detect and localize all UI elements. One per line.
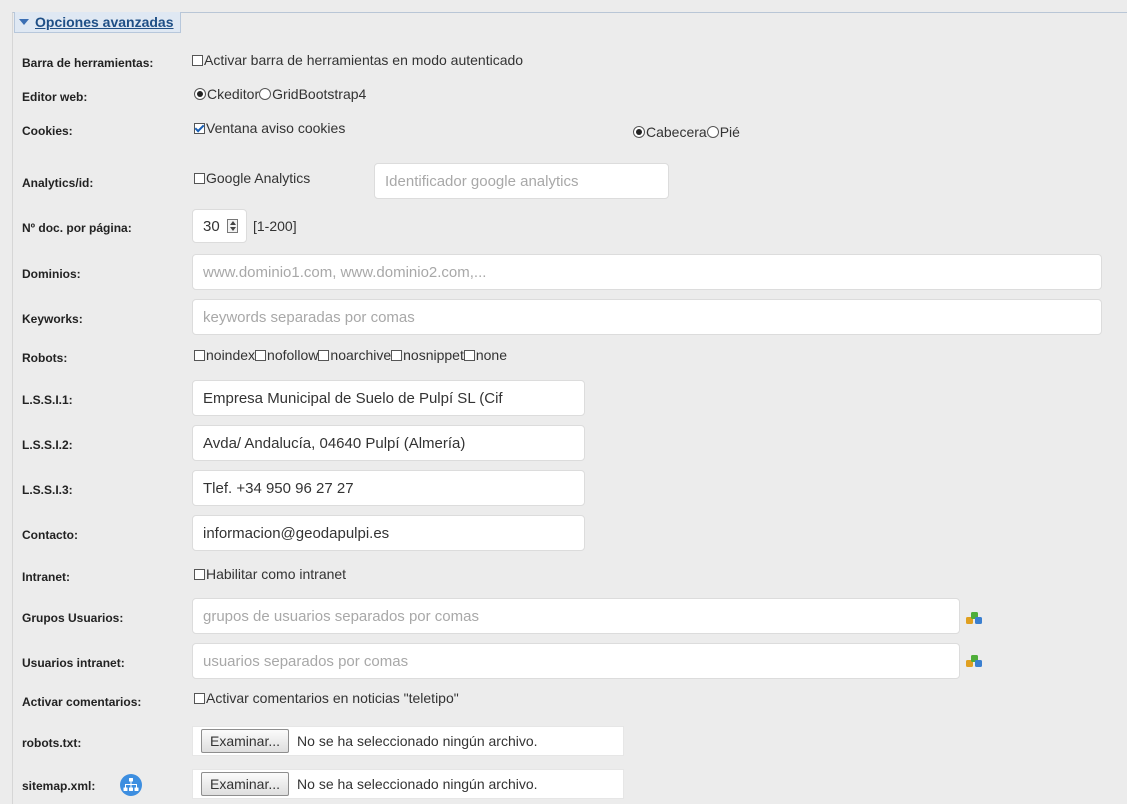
comentarios-label: Activar comentarios:: [22, 695, 142, 709]
lssi2-input[interactable]: Avda/ Andalucía, 04640 Pulpí (Almería): [192, 425, 585, 461]
robots-checkbox-noarchive[interactable]: [318, 349, 330, 361]
lssi2-label: L.S.S.I.2:: [22, 438, 73, 452]
section-toggle[interactable]: Opciones avanzadas: [14, 12, 181, 33]
toolbar-label: Barra de herramientas:: [22, 56, 154, 70]
contacto-label: Contacto:: [22, 528, 78, 542]
sitemap-status: No se ha seleccionado ningún archivo.: [297, 776, 538, 792]
intranet-label: Intranet:: [22, 570, 70, 584]
cookies-position-options: Cabecera Pié: [633, 124, 740, 140]
robots-checkbox-noindex[interactable]: [194, 349, 205, 361]
editor-radio-ckeditor[interactable]: [194, 88, 206, 100]
keywords-label: Keyworks:: [22, 312, 83, 326]
toolbar-option[interactable]: Activar barra de herramientas en modo au…: [192, 52, 523, 68]
intranet-checkbox[interactable]: [194, 568, 205, 580]
robots-option-noindex: noindex: [206, 347, 256, 363]
editor-radio-gridbootstrap4[interactable]: [259, 88, 272, 100]
robots-option-noarchive: noarchive: [330, 347, 392, 363]
lssi3-label: L.S.S.I.3:: [22, 483, 73, 497]
dominios-input[interactable]: www.dominio1.com, www.dominio2.com,...: [192, 254, 1102, 290]
toolbar-checkbox[interactable]: [192, 54, 203, 66]
grupos-input[interactable]: grupos de usuarios separados por comas: [192, 598, 960, 634]
pagination-value: 30: [203, 217, 220, 235]
sitemap-icon[interactable]: [120, 774, 142, 796]
cookies-option-label: Ventana aviso cookies: [206, 120, 346, 136]
lssi1-input[interactable]: Empresa Municipal de Suelo de Pulpí SL (…: [192, 380, 585, 416]
cookies-option-pie: Pié: [719, 124, 740, 140]
comentarios-checkbox[interactable]: [194, 692, 205, 704]
robots-checkbox-nosnippet[interactable]: [391, 349, 403, 361]
analytics-checkbox[interactable]: [194, 172, 205, 184]
usuarios-label: Usuarios intranet:: [22, 656, 125, 670]
intranet-option[interactable]: Habilitar como intranet: [194, 566, 346, 582]
cookies-option[interactable]: Ventana aviso cookies: [194, 120, 345, 136]
robots-option-nosnippet: nosnippet: [403, 347, 464, 363]
lssi1-label: L.S.S.I.1:: [22, 393, 73, 407]
spinner-arrows-icon[interactable]: [227, 219, 238, 233]
intranet-option-label: Habilitar como intranet: [206, 566, 347, 582]
pagination-label: Nº doc. por página:: [22, 221, 132, 235]
keywords-input[interactable]: keywords separadas por comas: [192, 299, 1102, 335]
grupos-label: Grupos Usuarios:: [22, 611, 124, 625]
editor-label: Editor web:: [22, 90, 88, 104]
comentarios-option[interactable]: Activar comentarios en noticias "teletip…: [194, 690, 459, 706]
editor-option-gridbootstrap4: GridBootstrap4: [272, 86, 367, 102]
robots-option-nofollow: nofollow: [267, 347, 319, 363]
robots-txt-file-input: Examinar... No se ha seleccionado ningún…: [192, 726, 624, 756]
robots-checkbox-nofollow[interactable]: [255, 349, 267, 361]
users-group-icon[interactable]: [965, 610, 983, 626]
pagination-input[interactable]: 30: [192, 209, 247, 243]
robots-option-none: none: [475, 347, 507, 363]
sitemap-browse-button[interactable]: Examinar...: [201, 772, 290, 796]
section-title: Opciones avanzadas: [35, 14, 174, 30]
pagination-stepper: 30 [1-200]: [192, 209, 297, 243]
robots-txt-status: No se ha seleccionado ningún archivo.: [297, 733, 538, 749]
robots-label: Robots:: [22, 351, 68, 365]
cookies-checkbox[interactable]: [194, 122, 205, 134]
triangle-down-icon: [19, 19, 29, 25]
editor-options: Ckeditor GridBootstrap4: [194, 86, 366, 102]
analytics-label: Analytics/id:: [22, 176, 94, 190]
editor-option-ckeditor: Ckeditor: [207, 86, 260, 102]
users-group-icon-2[interactable]: [965, 653, 983, 669]
robots-txt-browse-button[interactable]: Examinar...: [201, 729, 290, 753]
analytics-option-label: Google Analytics: [206, 170, 311, 186]
analytics-id-input[interactable]: Identificador google analytics: [374, 163, 669, 199]
sitemap-file-input: Examinar... No se ha seleccionado ningún…: [192, 769, 624, 799]
usuarios-input[interactable]: usuarios separados por comas: [192, 643, 960, 679]
robots-options: noindex nofollow noarchive nosnippet non…: [194, 347, 507, 363]
sitemap-label: sitemap.xml:: [22, 779, 96, 793]
robots-checkbox-none[interactable]: [463, 349, 475, 361]
robots-txt-label: robots.txt:: [22, 736, 82, 750]
cookies-radio-pie[interactable]: [706, 126, 719, 138]
cookies-option-cabecera: Cabecera: [646, 124, 707, 140]
lssi3-input[interactable]: Tlef. +34 950 96 27 27: [192, 470, 585, 506]
cookies-label: Cookies:: [22, 124, 73, 138]
toolbar-option-label: Activar barra de herramientas en modo au…: [204, 52, 524, 68]
dominios-label: Dominios:: [22, 267, 81, 281]
contacto-input[interactable]: informacion@geodapulpi.es: [192, 515, 585, 551]
pagination-range: [1-200]: [253, 218, 297, 234]
analytics-option[interactable]: Google Analytics: [194, 170, 310, 186]
comentarios-option-label: Activar comentarios en noticias "teletip…: [206, 690, 459, 706]
cookies-radio-cabecera[interactable]: [633, 126, 645, 138]
